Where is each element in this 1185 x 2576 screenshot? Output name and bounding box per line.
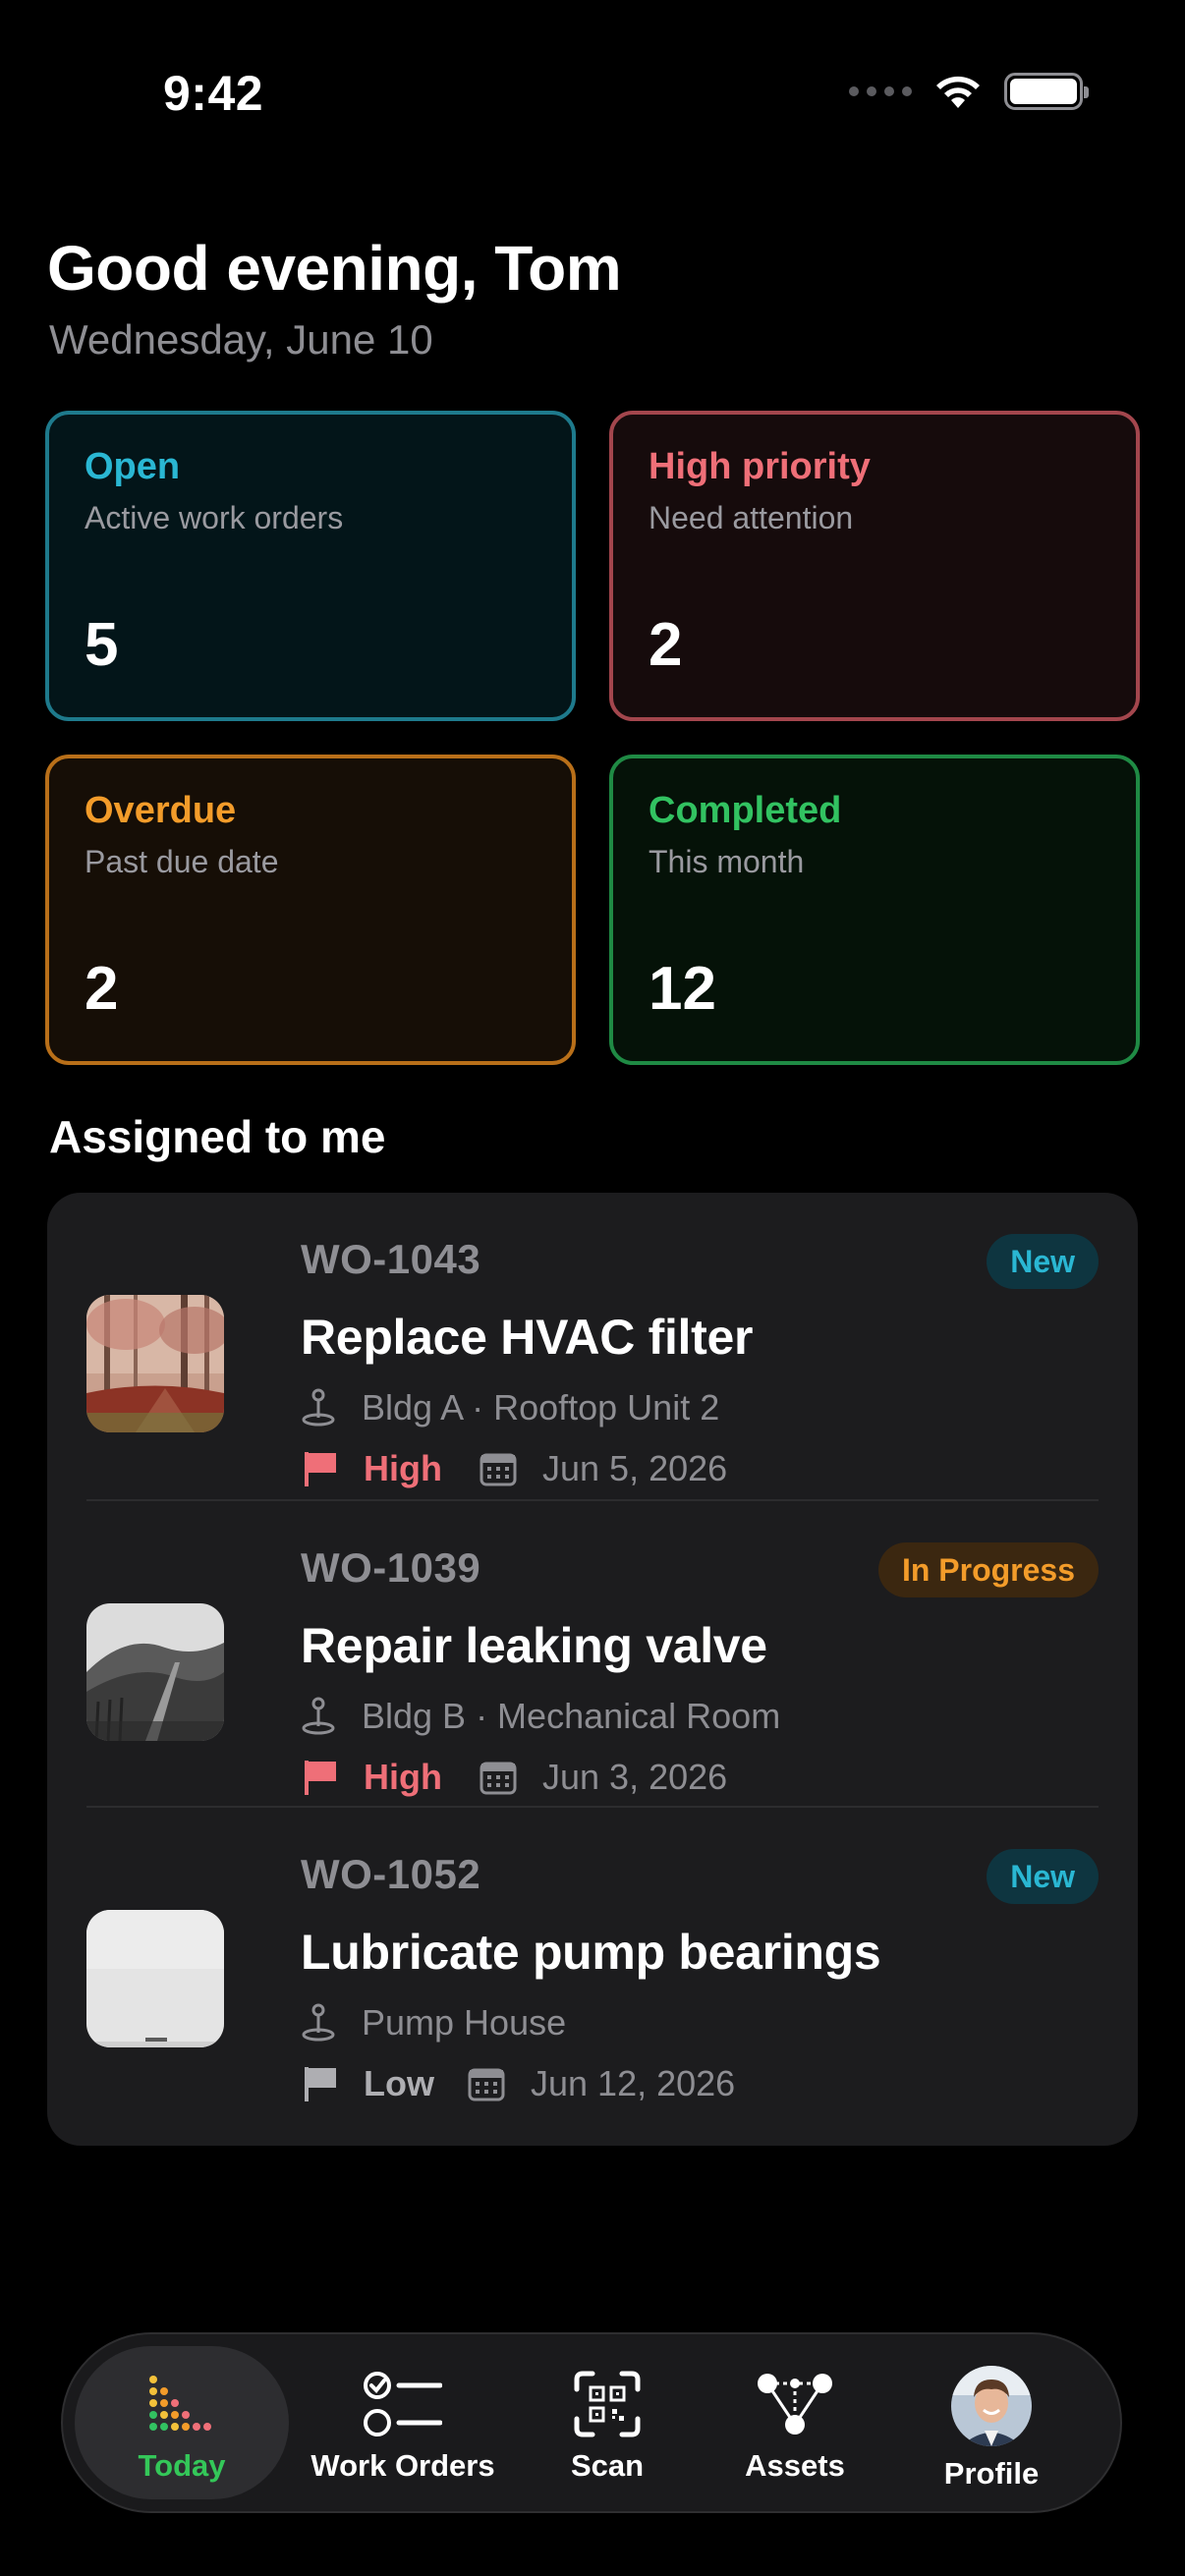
work-order-list: WO-1043 Replace HVAC filter Bldg A · Roo… — [47, 1193, 1138, 2146]
assets-graph-icon — [756, 2370, 834, 2438]
stats-grid: Open Active work orders 5 High priority … — [45, 411, 1140, 1065]
work-order-title: Lubricate pump bearings — [301, 1925, 881, 1980]
calendar-icon — [480, 1762, 517, 1795]
calendar-icon — [468, 2068, 505, 2101]
priority-label: High — [364, 1757, 442, 1797]
stat-card-open[interactable]: Open Active work orders 5 — [45, 411, 576, 721]
work-order-location: Bldg A · Rooftop Unit 2 — [301, 1387, 1099, 1428]
tab-label: Profile — [943, 2456, 1040, 2491]
work-order-content: WO-1043 Replace HVAC filter Bldg A · Roo… — [301, 1236, 1099, 1489]
work-order-title: Replace HVAC filter — [301, 1310, 754, 1365]
location-pin-icon — [302, 1697, 335, 1735]
work-order-location: Bldg B · Mechanical Room — [301, 1696, 1099, 1737]
due-date: Jun 12, 2026 — [531, 2063, 736, 2103]
checklist-icon — [364, 2370, 442, 2438]
wifi-icon — [936, 76, 980, 108]
location-pin-icon — [302, 1388, 335, 1427]
stat-card-high-priority[interactable]: High priority Need attention 2 — [609, 411, 1140, 721]
tab-bar: Today Work Orders Scan Assets Profile — [61, 2332, 1122, 2513]
hillside-fence-thumbnail — [86, 1603, 224, 1741]
location-text: Pump House — [362, 2002, 567, 2043]
stat-subtitle: This month — [649, 844, 805, 879]
tab-profile[interactable]: Profile — [908, 2346, 1075, 2499]
today-icon — [147, 2370, 216, 2438]
location-text: Bldg A · Rooftop Unit 2 — [362, 1387, 720, 1428]
flag-icon — [305, 1452, 336, 1486]
tab-label: Today — [138, 2448, 226, 2483]
work-order-content: WO-1052 Lubricate pump bearings Pump Hou… — [301, 1851, 1099, 2104]
calendar-icon — [480, 1453, 517, 1486]
status-badge: New — [987, 1234, 1099, 1289]
tab-scan[interactable]: Scan — [529, 2346, 686, 2499]
stat-subtitle: Need attention — [649, 500, 854, 535]
tab-assets[interactable]: Assets — [711, 2346, 878, 2499]
stat-title: Completed — [649, 790, 842, 831]
tab-label: Assets — [745, 2448, 845, 2483]
autumn-forest-thumbnail — [86, 1295, 224, 1432]
stat-title: Overdue — [85, 790, 237, 831]
stat-value: 2 — [85, 955, 119, 1023]
stat-subtitle: Active work orders — [85, 500, 344, 535]
battery-icon — [1004, 73, 1089, 110]
flag-icon — [305, 2067, 336, 2101]
work-order-meta: High Jun 5, 2026 — [301, 1448, 1099, 1489]
work-order-location: Pump House — [301, 2002, 1099, 2044]
tab-label: Work Orders — [310, 2448, 495, 2483]
current-date: Wednesday, June 10 — [49, 316, 433, 363]
status-badge: In Progress — [877, 1542, 1099, 1597]
work-order-row[interactable]: WO-1043 Replace HVAC filter Bldg A · Roo… — [86, 1193, 1099, 1499]
work-order-id: WO-1043 — [301, 1236, 481, 1282]
qr-scan-icon — [573, 2370, 642, 2438]
stat-title: High priority — [649, 446, 871, 487]
stat-value: 12 — [649, 955, 716, 1023]
priority-label: Low — [364, 2063, 434, 2103]
foggy-sky-thumbnail — [86, 1910, 224, 2047]
stat-value: 2 — [649, 611, 683, 679]
section-title: Assigned to me — [49, 1111, 386, 1162]
stat-card-overdue[interactable]: Overdue Past due date 2 — [45, 755, 576, 1065]
work-order-id: WO-1052 — [301, 1851, 481, 1897]
work-order-row[interactable]: WO-1039 Repair leaking valve Bldg B · Me… — [86, 1499, 1099, 1806]
greeting-title: Good evening, Tom — [47, 233, 622, 304]
stat-card-completed[interactable]: Completed This month 12 — [609, 755, 1140, 1065]
work-order-title: Repair leaking valve — [301, 1618, 767, 1673]
location-pin-icon — [302, 2003, 335, 2042]
priority-label: High — [364, 1448, 442, 1488]
status-icons — [849, 73, 1089, 110]
tab-today[interactable]: Today — [75, 2346, 289, 2499]
stat-subtitle: Past due date — [85, 844, 279, 879]
tab-work-orders[interactable]: Work Orders — [299, 2346, 507, 2499]
location-text: Bldg B · Mechanical Room — [362, 1696, 781, 1736]
cellular-signal-icon — [849, 86, 912, 96]
work-order-meta: Low Jun 12, 2026 — [301, 2063, 1099, 2104]
status-time: 9:42 — [163, 66, 264, 121]
tab-label: Scan — [570, 2448, 645, 2483]
due-date: Jun 5, 2026 — [542, 1448, 728, 1488]
work-order-row[interactable]: WO-1052 Lubricate pump bearings Pump Hou… — [86, 1806, 1099, 2112]
status-bar: 9:42 — [0, 0, 1185, 187]
stat-value: 5 — [85, 611, 119, 679]
avatar — [951, 2366, 1032, 2446]
work-order-meta: High Jun 3, 2026 — [301, 1757, 1099, 1798]
flag-icon — [305, 1761, 336, 1795]
status-badge: New — [987, 1849, 1099, 1904]
due-date: Jun 3, 2026 — [542, 1757, 728, 1797]
stat-title: Open — [85, 446, 181, 487]
